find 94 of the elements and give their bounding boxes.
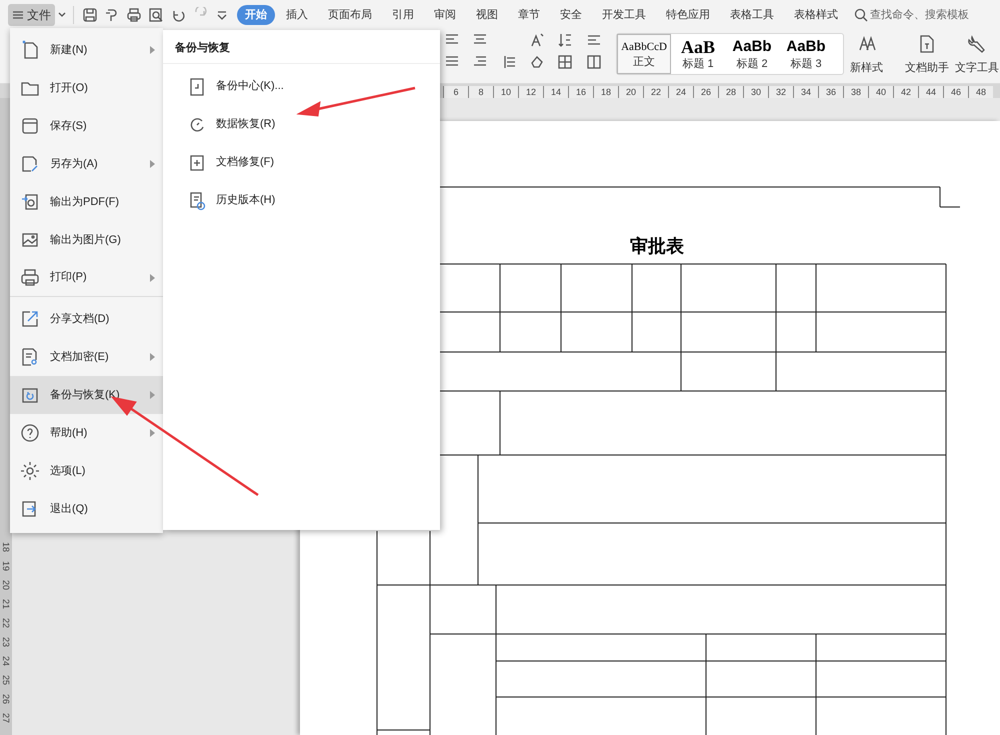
menu-item[interactable]: 数据恢复(R) (163, 106, 440, 144)
menu-item[interactable]: 分享文档(D) (10, 300, 163, 338)
menu-item[interactable]: 文档修复(F) (163, 144, 440, 182)
submenu-arrow-icon (149, 391, 155, 399)
ruler-number: 27 (1, 712, 11, 722)
ruler-number: 24 (668, 86, 693, 98)
ruler-number: 48 (968, 86, 993, 98)
caret-icon (57, 11, 67, 19)
menu-item[interactable]: 备份中心(K)... (163, 68, 440, 106)
menu-item[interactable]: 文档加密(E) (10, 338, 163, 376)
tab[interactable]: 页面布局 (319, 5, 381, 25)
table-icon[interactable] (586, 54, 602, 70)
document-title: 审批表 (630, 235, 684, 258)
ruler-number: 34 (793, 86, 818, 98)
tab[interactable]: 特色应用 (657, 5, 719, 25)
ruler-number: 28 (718, 86, 743, 98)
print-icon[interactable] (126, 7, 142, 23)
ruler-number: 16 (568, 86, 593, 98)
ruler-number: 23 (1, 636, 11, 646)
ruler-number: 32 (768, 86, 793, 98)
export-pdf-icon (20, 192, 40, 212)
save-icon (20, 116, 40, 136)
share-icon (20, 309, 40, 329)
ruler-number: 46 (943, 86, 968, 98)
ruler-number: 12 (518, 86, 543, 98)
ruler-number: 20 (1, 580, 11, 590)
help-icon (20, 423, 40, 443)
new-document-icon (20, 40, 40, 60)
menu-item[interactable]: 退出(Q) (10, 490, 163, 528)
ruler-number: 22 (1, 618, 11, 628)
save-as-icon (20, 154, 40, 174)
menu-item[interactable]: 历史版本(H) (163, 182, 440, 220)
menu-item[interactable]: 保存(S) (10, 107, 163, 145)
menu-item[interactable]: 选项(L) (10, 452, 163, 490)
submenu-arrow-icon (149, 160, 155, 168)
tab[interactable]: 章节 (509, 5, 549, 25)
menu-item[interactable]: 输出为图片(G) (10, 221, 163, 259)
ruler-number: 26 (1, 694, 11, 704)
ruler-number: 18 (593, 86, 618, 98)
ruler-number: 8 (468, 86, 493, 98)
ribbon-button[interactable]: 文字工具 (955, 60, 999, 76)
ruler-number: 40 (868, 86, 893, 98)
ruler-number: 30 (743, 86, 768, 98)
ruler-number: 26 (693, 86, 718, 98)
style-option[interactable]: AaBb 标题 3 (779, 34, 833, 74)
search-field[interactable]: 查找命令、搜索模板 (870, 6, 988, 24)
ribbon-button[interactable]: 新样式 (850, 60, 883, 76)
tab[interactable]: 引用 (383, 5, 423, 25)
ruler-number: 44 (918, 86, 943, 98)
font-grow-icon[interactable] (529, 32, 545, 48)
menu-item[interactable]: 新建(N) (10, 31, 163, 69)
style-option[interactable]: AaB 标题 1 (671, 34, 725, 74)
save-icon[interactable] (82, 7, 98, 23)
tab[interactable]: 安全 (551, 5, 591, 25)
tab[interactable]: 开发工具 (593, 5, 655, 25)
ruler-number: 25 (1, 674, 11, 684)
tab[interactable]: 表格工具 (721, 5, 783, 25)
ruler-number: 24 (1, 656, 11, 666)
ruler-number: 10 (493, 86, 518, 98)
tab[interactable]: 插入 (277, 5, 317, 25)
ruler-number: 14 (543, 86, 568, 98)
tab[interactable]: 表格样式 (785, 5, 847, 25)
ruler-number: 18 (1, 542, 11, 552)
submenu-title: 备份与恢复 (163, 30, 440, 64)
ribbon-button[interactable]: 文档助手 (905, 60, 949, 76)
ruler-number: 21 (1, 598, 11, 608)
sort-icon[interactable] (557, 32, 574, 48)
print-preview-icon[interactable] (148, 7, 164, 23)
search-icon[interactable] (854, 8, 868, 22)
print-icon (20, 268, 40, 288)
ruler-number: 38 (843, 86, 868, 98)
menu-icon (12, 10, 24, 20)
wrench-icon (967, 34, 987, 54)
settings-icon (20, 461, 40, 481)
ruler-number: 22 (643, 86, 668, 98)
style-option[interactable]: AaBbCcD 正文 (617, 34, 671, 74)
submenu-arrow-icon (149, 429, 155, 437)
submenu-arrow-icon (149, 353, 155, 361)
submenu-arrow-icon (149, 46, 155, 54)
border-icon[interactable] (557, 54, 574, 70)
menu-item[interactable]: 输出为PDF(F) (10, 183, 163, 221)
tab[interactable]: 视图 (467, 5, 507, 25)
ruler-number: 20 (618, 86, 643, 98)
file-menu-button[interactable]: 文件 (8, 4, 55, 26)
submenu-arrow-icon (149, 274, 155, 282)
menu-item[interactable]: 打开(O) (10, 69, 163, 107)
menu-item[interactable]: 另存为(A) (10, 145, 163, 183)
style-option[interactable]: AaBb 标题 2 (725, 34, 779, 74)
ruler-number: 19 (1, 560, 11, 570)
menu-item[interactable]: 帮助(H) (10, 414, 163, 452)
ruler-number: 36 (818, 86, 843, 98)
ruler-number: 42 (893, 86, 918, 98)
tab[interactable]: 审阅 (425, 5, 465, 25)
ruler-number: 6 (443, 86, 468, 98)
